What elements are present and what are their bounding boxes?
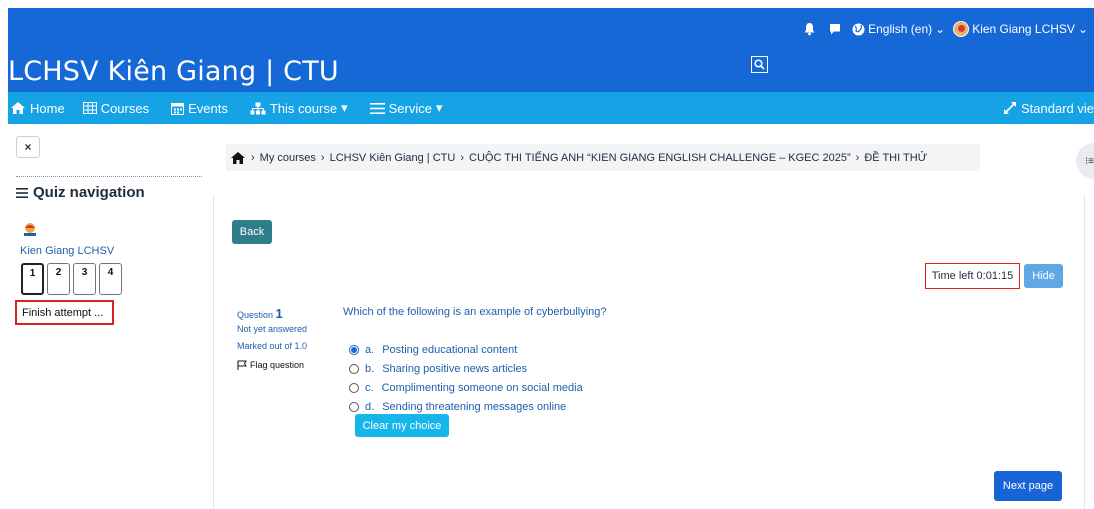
grid-table-icon xyxy=(82,102,97,114)
language-menu[interactable]: English (en) ⌄ xyxy=(852,22,945,36)
answer-text: Complimenting someone on social media xyxy=(381,381,583,394)
question-button-3[interactable]: 3 xyxy=(73,263,96,295)
radio-button[interactable] xyxy=(349,382,359,393)
breadcrumb: › My courses › LCHSV Kiên Giang | CTU › … xyxy=(226,144,980,171)
flag-question-link[interactable]: Flag question xyxy=(237,360,313,370)
standard-view-label: Standard vie xyxy=(1021,100,1094,116)
menu-icon xyxy=(369,102,385,114)
answer-letter: a. xyxy=(365,343,375,356)
language-label: English (en) xyxy=(868,22,933,36)
question-state: Not yet answered xyxy=(237,324,308,334)
back-button[interactable]: Back xyxy=(232,220,272,244)
caret-down-icon: ▾ xyxy=(435,100,443,115)
main-content xyxy=(213,195,1085,509)
nav-home[interactable]: Home xyxy=(10,101,65,116)
radio-button[interactable] xyxy=(349,363,359,374)
nav-events-label: Events xyxy=(188,100,228,116)
user-menu[interactable]: Kien Giang LCHSV ⌄ xyxy=(953,21,1088,37)
nav-this-course-label: This course xyxy=(269,100,338,116)
nav-courses[interactable]: Courses xyxy=(82,100,150,116)
breadcrumb-separator-icon: › xyxy=(251,151,255,164)
question-text: Which of the following is an example of … xyxy=(343,306,607,318)
breadcrumb-separator-icon: › xyxy=(460,151,465,164)
quiz-navigation-label: Quiz navigation xyxy=(33,184,145,201)
search-icon xyxy=(754,59,765,70)
top-bar-actions: English (en) ⌄ Kien Giang LCHSV ⌄ xyxy=(800,8,1094,50)
site-title[interactable]: LCHSV Kiên Giang | CTU xyxy=(8,56,339,87)
chat-icon[interactable] xyxy=(826,20,844,38)
drawer-divider xyxy=(16,176,202,177)
radio-button[interactable] xyxy=(349,401,359,412)
chevron-down-icon: ⌄ xyxy=(1077,22,1088,36)
nav-service-label: Service xyxy=(388,100,432,116)
question-number: 1 xyxy=(275,306,283,321)
site-header: LCHSV Kiên Giang | CTU xyxy=(8,50,1094,92)
expand-arrows-icon xyxy=(1004,102,1016,114)
answer-options: a. Posting educational content b. Sharin… xyxy=(349,340,583,416)
hide-timer-button[interactable]: Hide xyxy=(1024,264,1063,288)
breadcrumb-my-courses[interactable]: My courses xyxy=(260,152,316,164)
clear-choice-button[interactable]: Clear my choice xyxy=(355,414,449,437)
globe-icon xyxy=(852,23,865,35)
breadcrumb-quiz[interactable]: ĐỀ THI THỬ xyxy=(864,152,927,164)
sitemap-icon xyxy=(250,102,266,114)
menu-icon xyxy=(16,187,28,198)
user-name: Kien Giang LCHSV xyxy=(972,22,1075,36)
next-page-button[interactable]: Next page xyxy=(994,471,1062,501)
calendar-icon xyxy=(171,102,185,115)
nav-events[interactable]: Events xyxy=(171,101,228,116)
answer-text: Sharing positive news articles xyxy=(382,362,528,375)
nav-this-course[interactable]: This course ▾ xyxy=(250,100,348,116)
bell-icon[interactable] xyxy=(800,20,818,38)
answer-text: Sending threatening messages online xyxy=(382,400,567,413)
nav-courses-label: Courses xyxy=(100,100,150,116)
standard-view-toggle[interactable]: Standard vie xyxy=(1003,92,1094,124)
list-icon: ⁝≡ xyxy=(1085,156,1094,167)
answer-letter: d. xyxy=(365,400,375,413)
question-mark: Marked out of 1.0 xyxy=(237,341,308,351)
quiz-navigation-title: Quiz navigation xyxy=(16,184,145,201)
quiz-timer: Time left 0:01:15 xyxy=(925,263,1020,289)
home-icon[interactable] xyxy=(230,151,246,165)
nav-service[interactable]: Service ▾ xyxy=(369,100,443,116)
home-icon xyxy=(11,102,25,114)
top-bar: English (en) ⌄ Kien Giang LCHSV ⌄ xyxy=(8,8,1094,50)
chevron-down-icon: ⌄ xyxy=(935,22,946,36)
answer-text: Posting educational content xyxy=(382,343,518,356)
drawer-user-name: Kien Giang LCHSV xyxy=(20,245,115,257)
answer-option-a[interactable]: a. Posting educational content xyxy=(349,340,583,359)
close-icon: × xyxy=(24,140,32,154)
breadcrumb-site[interactable]: LCHSV Kiên Giang | CTU xyxy=(330,152,456,164)
question-buttons: 1 2 3 4 xyxy=(21,263,122,295)
question-button-4[interactable]: 4 xyxy=(99,263,122,295)
close-drawer-button[interactable]: × xyxy=(16,136,40,158)
nav-bar: Home Courses Events This course ▾ Servic… xyxy=(8,92,1094,124)
finish-attempt-link[interactable]: Finish attempt ... xyxy=(15,300,114,325)
flag-question-label: Flag question xyxy=(250,360,305,370)
nav-home-label: Home xyxy=(30,100,65,116)
breadcrumb-separator-icon: › xyxy=(320,151,325,164)
breadcrumb-separator-icon: › xyxy=(855,151,860,164)
answer-option-c[interactable]: c. Complimenting someone on social media xyxy=(349,378,583,397)
question-button-1[interactable]: 1 xyxy=(21,263,44,295)
answer-letter: b. xyxy=(365,362,375,375)
flag-icon xyxy=(237,360,247,370)
question-button-2[interactable]: 2 xyxy=(47,263,70,295)
user-logo-icon xyxy=(21,221,39,239)
radio-button-selected[interactable] xyxy=(349,344,359,355)
question-info: Question 1 Not yet answered Marked out o… xyxy=(237,306,313,370)
avatar xyxy=(953,21,970,37)
breadcrumb-course[interactable]: CUỘC THI TIẾNG ANH “KIEN GIANG ENGLISH C… xyxy=(469,152,851,164)
search-button[interactable] xyxy=(751,56,768,73)
caret-down-icon: ▾ xyxy=(341,100,348,115)
block-drawer-toggle[interactable]: ⁝≡ xyxy=(1076,143,1094,179)
answer-letter: c. xyxy=(365,381,374,394)
question-label: Question xyxy=(237,310,274,320)
answer-option-b[interactable]: b. Sharing positive news articles xyxy=(349,359,583,378)
